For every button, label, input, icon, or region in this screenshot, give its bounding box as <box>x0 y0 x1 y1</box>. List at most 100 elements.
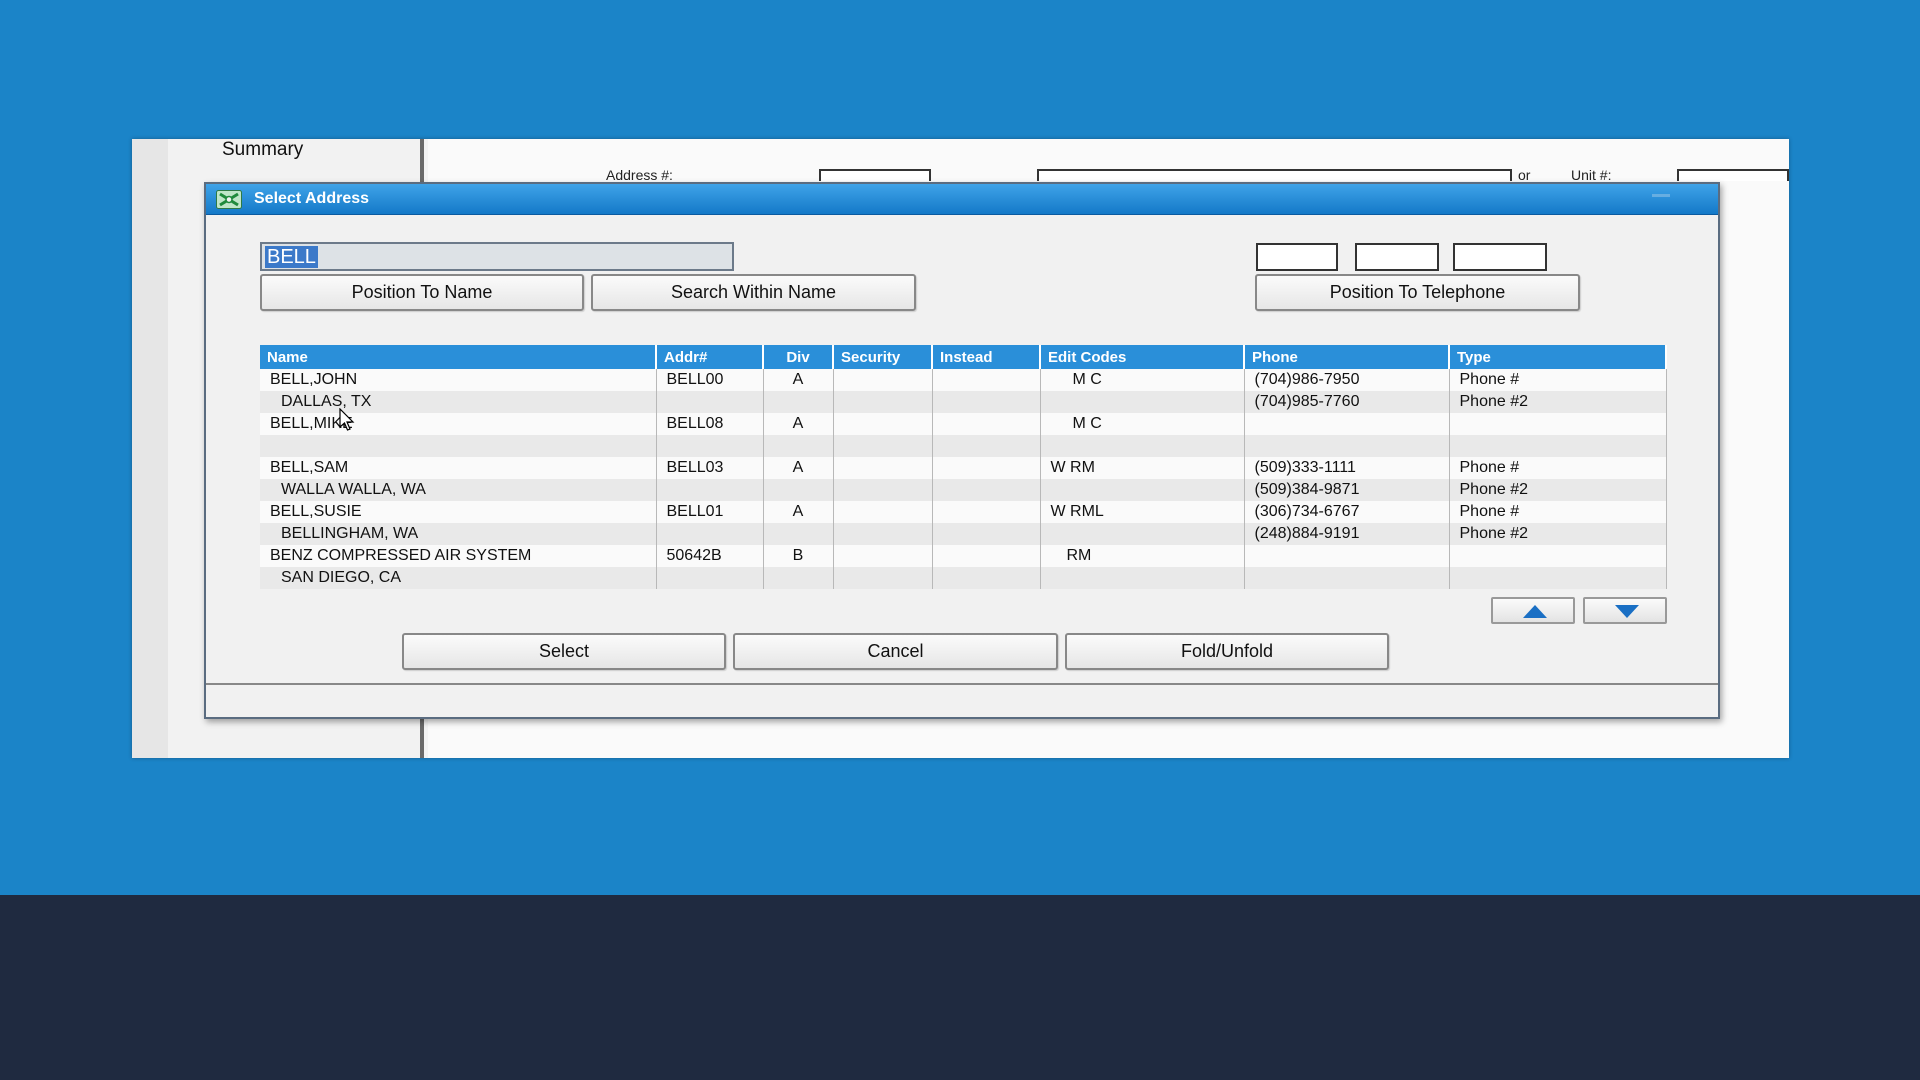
arrow-down-icon <box>1615 605 1639 618</box>
phone-area-code-input[interactable] <box>1256 243 1338 271</box>
cell-type <box>1449 413 1667 435</box>
table-row[interactable]: WALLA WALLA, WA (509)384-9871 Phone #2 <box>260 479 1667 501</box>
cell-div: A <box>763 413 834 435</box>
app-icon <box>216 190 242 209</box>
cell-type <box>1449 545 1667 567</box>
cell-phone: (248)884-9191 <box>1244 523 1450 545</box>
scroll-up-button[interactable] <box>1491 597 1575 624</box>
cell-phone <box>1244 567 1450 589</box>
name-search-input[interactable]: BELL <box>260 242 734 271</box>
table-row[interactable]: BELL,MIKE BELL08 A M C <box>260 413 1667 435</box>
cell-phone: (509)384-9871 <box>1244 479 1450 501</box>
cell-name: DALLAS, TX <box>260 391 657 413</box>
cell-phone: (509)333-1111 <box>1244 457 1450 479</box>
cell-div <box>763 479 834 501</box>
cell-type: Phone #2 <box>1449 479 1667 501</box>
cell-security <box>833 369 933 391</box>
column-header-name[interactable]: Name <box>260 345 657 369</box>
cell-name <box>260 435 657 457</box>
phone-prefix-input[interactable] <box>1355 243 1439 271</box>
cell-name: SAN DIEGO, CA <box>260 567 657 589</box>
column-header-instead[interactable]: Instead <box>932 345 1041 369</box>
cell-div: B <box>763 545 834 567</box>
cell-security <box>833 545 933 567</box>
dialog-titlebar[interactable]: Select Address <box>206 184 1718 215</box>
cell-addr: BELL03 <box>656 457 764 479</box>
cell-edit-codes: M C <box>1040 413 1245 435</box>
cell-addr: 50642B <box>656 545 764 567</box>
table-row[interactable]: BELL,SAM BELL03 A W RM (509)333-1111 Pho… <box>260 457 1667 479</box>
position-to-name-button[interactable]: Position To Name <box>260 274 584 311</box>
table-header-row: Name Addr# Div Security Instead Edit Cod… <box>260 345 1667 369</box>
table-row[interactable]: BELL,JOHN BELL00 A M C (704)986-7950 Pho… <box>260 369 1667 391</box>
address-number-field[interactable] <box>819 169 931 181</box>
cell-security <box>833 479 933 501</box>
select-button[interactable]: Select <box>402 633 726 670</box>
column-header-phone[interactable]: Phone <box>1244 345 1450 369</box>
phone-line-number-input[interactable] <box>1453 243 1547 271</box>
column-header-edit-codes[interactable]: Edit Codes <box>1040 345 1245 369</box>
cell-addr <box>656 523 764 545</box>
cell-instead <box>932 435 1041 457</box>
cell-addr: BELL00 <box>656 369 764 391</box>
table-row[interactable] <box>260 435 1667 457</box>
column-header-type[interactable]: Type <box>1449 345 1667 369</box>
cell-phone <box>1244 435 1450 457</box>
search-within-name-button[interactable]: Search Within Name <box>591 274 916 311</box>
cell-name: BELL,SUSIE <box>260 501 657 523</box>
cell-phone: (704)986-7950 <box>1244 369 1450 391</box>
column-header-addr[interactable]: Addr# <box>656 345 764 369</box>
table-row[interactable]: SAN DIEGO, CA <box>260 567 1667 589</box>
cell-edit-codes <box>1040 567 1245 589</box>
position-to-telephone-button[interactable]: Position To Telephone <box>1255 274 1580 311</box>
cell-edit-codes: M C <box>1040 369 1245 391</box>
cell-phone <box>1244 545 1450 567</box>
cell-div <box>763 523 834 545</box>
dialog-status-bar <box>206 683 1718 717</box>
table-row[interactable]: BELL,SUSIE BELL01 A W RML (306)734-6767 … <box>260 501 1667 523</box>
minimize-button[interactable] <box>1652 194 1670 202</box>
cell-phone <box>1244 413 1450 435</box>
footer-band <box>0 895 1920 1080</box>
cell-phone: (306)734-6767 <box>1244 501 1450 523</box>
name-field[interactable] <box>1037 169 1512 181</box>
sidebar-item-summary[interactable]: Summary <box>222 139 303 161</box>
address-results-table: Name Addr# Div Security Instead Edit Cod… <box>260 345 1667 589</box>
cell-name: BELL,MIKE <box>260 413 657 435</box>
cell-instead <box>932 479 1041 501</box>
cell-security <box>833 413 933 435</box>
cell-name: BELL,JOHN <box>260 369 657 391</box>
cell-instead <box>932 545 1041 567</box>
address-number-label: Address #: <box>606 167 673 183</box>
table-row[interactable]: BELLINGHAM, WA (248)884-9191 Phone #2 <box>260 523 1667 545</box>
cell-type: Phone # <box>1449 369 1667 391</box>
column-header-div[interactable]: Div <box>763 345 834 369</box>
unit-number-field[interactable] <box>1677 169 1789 181</box>
scroll-down-button[interactable] <box>1583 597 1667 624</box>
cell-type: Phone #2 <box>1449 391 1667 413</box>
cell-security <box>833 501 933 523</box>
cell-addr: BELL01 <box>656 501 764 523</box>
cell-edit-codes: W RML <box>1040 501 1245 523</box>
cell-addr: BELL08 <box>656 413 764 435</box>
table-row[interactable]: DALLAS, TX (704)985-7760 Phone #2 <box>260 391 1667 413</box>
cell-div <box>763 435 834 457</box>
cell-edit-codes: RM <box>1040 545 1245 567</box>
column-header-security[interactable]: Security <box>833 345 933 369</box>
cell-div <box>763 391 834 413</box>
cancel-button[interactable]: Cancel <box>733 633 1058 670</box>
cell-security <box>833 567 933 589</box>
unit-number-label: Unit #: <box>1571 167 1612 183</box>
cell-instead <box>932 501 1041 523</box>
cell-addr <box>656 567 764 589</box>
sidebar-strip <box>132 139 168 758</box>
cell-edit-codes <box>1040 479 1245 501</box>
arrow-up-icon <box>1523 605 1547 618</box>
table-row[interactable]: BENZ COMPRESSED AIR SYSTEM 50642B B RM <box>260 545 1667 567</box>
cell-name: BELL,SAM <box>260 457 657 479</box>
cell-security <box>833 391 933 413</box>
cell-security <box>833 523 933 545</box>
fold-unfold-button[interactable]: Fold/Unfold <box>1065 633 1389 670</box>
cell-instead <box>932 369 1041 391</box>
cell-div: A <box>763 457 834 479</box>
